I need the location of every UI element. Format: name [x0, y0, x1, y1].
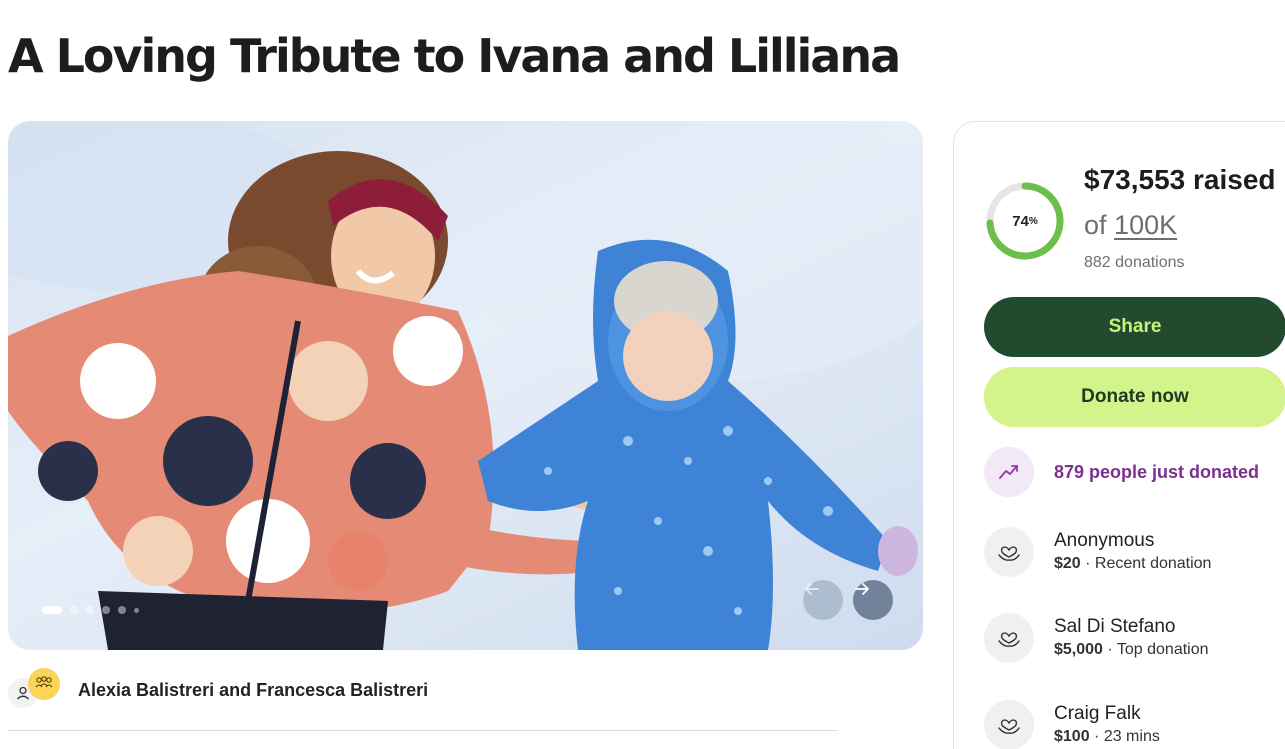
donations-count: 882 donations [1084, 254, 1185, 271]
group-icon [28, 668, 60, 700]
fundraiser-page: A Loving Tribute to Ivana and Lilliana A… [0, 0, 1285, 749]
progress-value: 74 [1012, 212, 1029, 230]
organizer-names[interactable]: Alexia Balistreri and Francesca Balistre… [78, 680, 428, 701]
donor-name: Craig Falk [1054, 703, 1141, 725]
donor-meta: $100 · 23 mins [1054, 727, 1160, 748]
donor-meta: $20 · Recent donation [1054, 554, 1211, 575]
donor-amount: $20 [1054, 554, 1081, 572]
carousel-dot[interactable] [70, 606, 78, 614]
progress-percent: 74% [984, 180, 1066, 262]
progress-unit: % [1028, 215, 1038, 227]
donation-panel: 74% $73,553 raised of 100K 882 donations… [953, 121, 1285, 749]
heart-hand-icon [984, 700, 1034, 749]
donor-separator: · [1089, 727, 1104, 745]
donor-item: Anonymous $20 · Recent donation [984, 527, 1211, 577]
trending-donations: 879 people just donated [984, 447, 1259, 497]
carousel-dots[interactable] [42, 606, 139, 614]
heart-hand-icon [984, 613, 1034, 663]
trending-text: 879 people just donated [1054, 461, 1260, 482]
donor-note: Recent donation [1094, 554, 1212, 572]
goal-prefix: of [1084, 210, 1107, 240]
progress-ring: 74% [984, 180, 1066, 262]
carousel-prev-button[interactable] [803, 580, 843, 620]
carousel-next-button[interactable] [853, 580, 893, 620]
hero-photo [8, 121, 923, 650]
donor-item: Sal Di Stefano $5,000 · Top donation [984, 613, 1209, 663]
carousel-dot[interactable] [118, 606, 126, 614]
donor-name: Sal Di Stefano [1054, 616, 1176, 638]
trending-up-icon [984, 447, 1034, 497]
carousel-dot[interactable] [134, 607, 139, 613]
arrow-right-icon [855, 583, 869, 595]
donor-meta: $5,000 · Top donation [1054, 640, 1209, 661]
donor-amount: $5,000 [1054, 640, 1103, 658]
organizer-avatars [8, 668, 64, 712]
goal-line: of 100K [1084, 210, 1177, 241]
amount-raised: $73,553 raised [1084, 164, 1276, 195]
donor-item: Craig Falk $100 · 23 mins [984, 700, 1160, 749]
divider [8, 730, 838, 731]
page-title: A Loving Tribute to Ivana and Lilliana [8, 29, 901, 83]
share-button[interactable]: Share [984, 297, 1285, 357]
donor-note: 23 mins [1103, 727, 1160, 745]
donor-name: Anonymous [1054, 530, 1155, 552]
hero-photo-carousel[interactable] [8, 121, 923, 650]
donor-note: Top donation [1116, 640, 1209, 658]
donor-amount: $100 [1054, 727, 1090, 745]
carousel-dot[interactable] [102, 606, 110, 614]
donate-now-button[interactable]: Donate now [984, 367, 1285, 427]
donor-separator: · [1102, 640, 1117, 658]
donor-separator: · [1080, 554, 1095, 572]
carousel-dot-active[interactable] [42, 606, 62, 614]
heart-hand-icon [984, 527, 1034, 577]
goal-amount[interactable]: 100K [1114, 210, 1177, 240]
carousel-dot[interactable] [86, 606, 94, 614]
organizers-row: Alexia Balistreri and Francesca Balistre… [8, 668, 428, 712]
arrow-left-icon [805, 583, 819, 595]
